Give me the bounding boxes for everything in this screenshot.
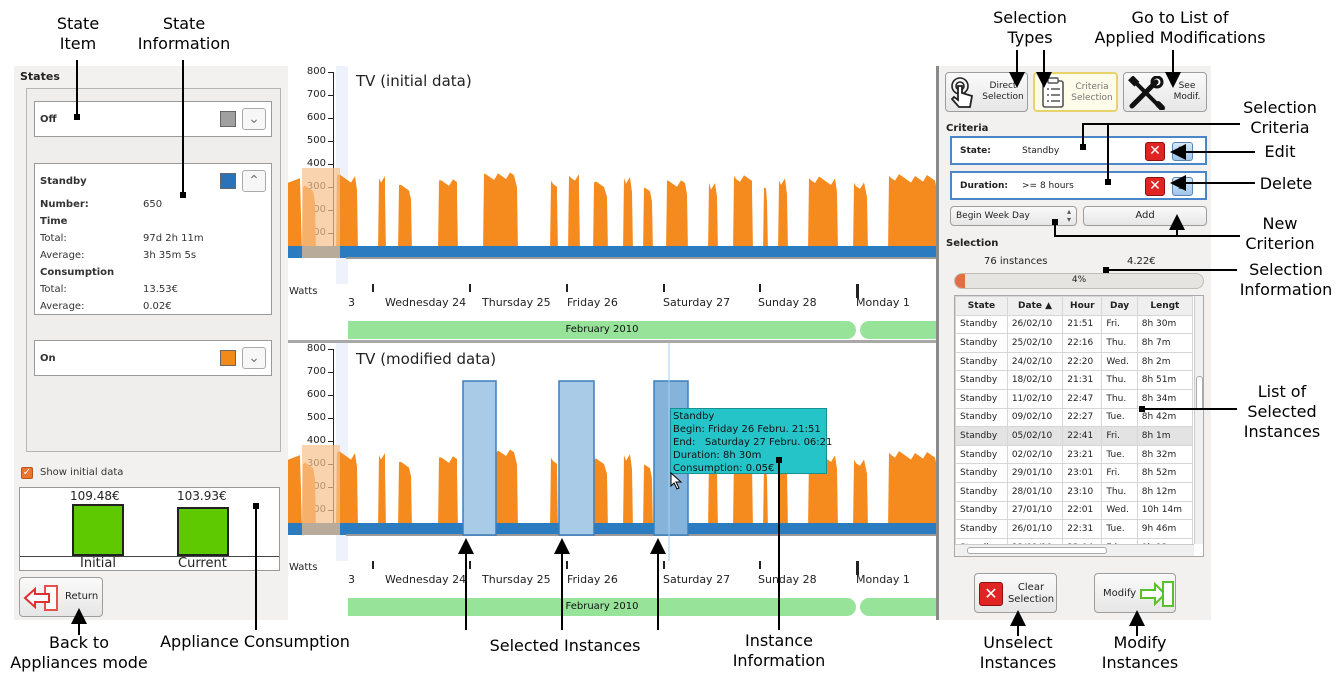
annotation-modify-instances: Modify Instances [1101, 633, 1179, 672]
annotation-unselect-instances: Unselect Instances [979, 633, 1057, 672]
annotation-list-of-selected: List of Selected Instances [1243, 382, 1321, 441]
annotation-state-information: State Information [137, 14, 231, 53]
annotation-back-to-appliances: Back to Appliances mode [10, 633, 148, 672]
annotation-arrows [71, 50, 1255, 636]
annotation-delete: Delete [1259, 174, 1313, 193]
annotation-state-item: State Item [56, 14, 100, 53]
annotation-instance-information: Instance Information [732, 631, 826, 670]
annotation-appliance-consumption: Appliance Consumption [160, 632, 350, 651]
annotation-selection-criteria: Selection Criteria [1243, 98, 1317, 137]
annotation-selection-types: Selection Types [993, 8, 1067, 47]
annotation-new-criterion: New Criterion [1245, 214, 1315, 253]
annotation-selected-instances: Selected Instances [489, 636, 641, 655]
annotation-edit: Edit [1264, 142, 1296, 161]
annotation-selection-information: Selection Information [1239, 260, 1333, 299]
annotation-go-to-list: Go to List of Applied Modifications [1094, 8, 1266, 47]
